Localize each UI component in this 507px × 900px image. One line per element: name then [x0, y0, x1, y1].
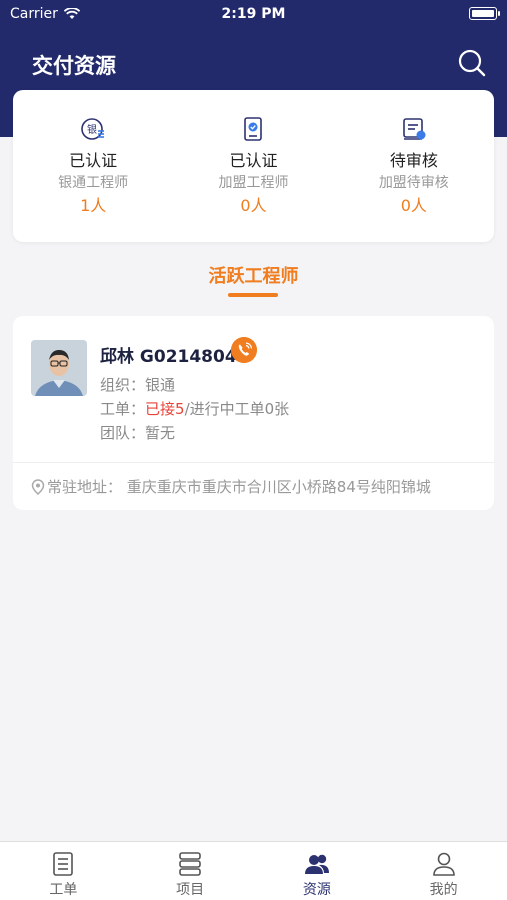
svg-text:银: 银 [87, 123, 97, 136]
yin-badge-icon: 银 [81, 118, 105, 140]
team-label: 团队： [100, 424, 146, 442]
stat-title: 已认证 [69, 151, 118, 170]
search-icon[interactable] [457, 48, 487, 78]
page-title: 交付资源 [32, 54, 116, 78]
engineer-name: 邱林 G0214804 [100, 347, 237, 367]
avatar [31, 340, 87, 396]
stat-yintong-certified[interactable]: 银 已认证 银通工程师 1人 [13, 90, 173, 242]
stat-count: 0人 [400, 196, 427, 215]
stat-subtitle: 加盟待审核 [378, 175, 449, 191]
stat-subtitle: 银通工程师 [58, 175, 129, 191]
section-underline [228, 293, 278, 297]
certified-doc-icon [244, 117, 263, 141]
divider [13, 462, 494, 463]
profile-icon [432, 852, 455, 876]
stat-franchise-pending[interactable]: 待审核 加盟待审核 0人 [334, 90, 494, 242]
tab-label: 工单 [49, 882, 78, 898]
project-icon [179, 852, 201, 876]
tab-work-order[interactable]: 工单 [0, 842, 127, 900]
org-line: 组织：银通 [100, 374, 175, 395]
order-line: 工单：已接5/进行中工单0张 [100, 398, 289, 419]
stat-count: 0人 [240, 196, 267, 215]
tab-mine[interactable]: 我的 [380, 842, 507, 900]
stat-count: 1人 [80, 196, 107, 215]
tab-bar: 工单 项目 资源 我的 [0, 841, 507, 900]
org-label: 组织： [100, 376, 146, 394]
resource-people-icon [304, 854, 329, 874]
order-accepted: 已接5 [145, 400, 185, 418]
tab-label: 我的 [429, 882, 458, 898]
tab-label: 项目 [176, 882, 205, 898]
order-label: 工单： [100, 400, 146, 418]
order-in-progress: /进行中工单0张 [184, 400, 290, 418]
phone-call-icon[interactable] [231, 337, 257, 363]
address-line: 常驻地址： 重庆重庆市重庆市合川区小桥路84号纯阳锦城 [31, 476, 481, 497]
work-order-icon [53, 852, 74, 876]
stat-title: 已认证 [229, 151, 278, 170]
tab-project[interactable]: 项目 [127, 842, 254, 900]
team-value: 暂无 [145, 424, 176, 442]
status-bar: Carrier 2:19 PM [0, 0, 507, 28]
stat-subtitle: 加盟工程师 [218, 175, 289, 191]
address-text: 常驻地址： 重庆重庆市重庆市合川区小桥路84号纯阳锦城 [47, 478, 431, 496]
clock: 2:19 PM [221, 6, 286, 22]
tab-label: 资源 [302, 882, 331, 898]
team-line: 团队：暂无 [100, 422, 175, 443]
org-value: 银通 [145, 376, 176, 394]
location-pin-icon [31, 478, 45, 495]
stats-card: 银 已认证 银通工程师 1人 已认证 加盟工程师 0人 待审核 加盟待审核 0人 [13, 90, 494, 242]
pending-review-icon [403, 118, 426, 140]
battery-icon [469, 7, 500, 20]
avatar-portrait [31, 340, 87, 396]
tab-resource[interactable]: 资源 [254, 842, 381, 900]
stat-franchise-certified[interactable]: 已认证 加盟工程师 0人 [173, 90, 333, 242]
stat-title: 待审核 [389, 151, 438, 170]
engineer-card[interactable]: 邱林 G0214804 组织：银通 工单：已接5/进行中工单0张 团队：暂无 常… [13, 316, 494, 510]
section-title: 活跃工程师 [208, 266, 299, 287]
